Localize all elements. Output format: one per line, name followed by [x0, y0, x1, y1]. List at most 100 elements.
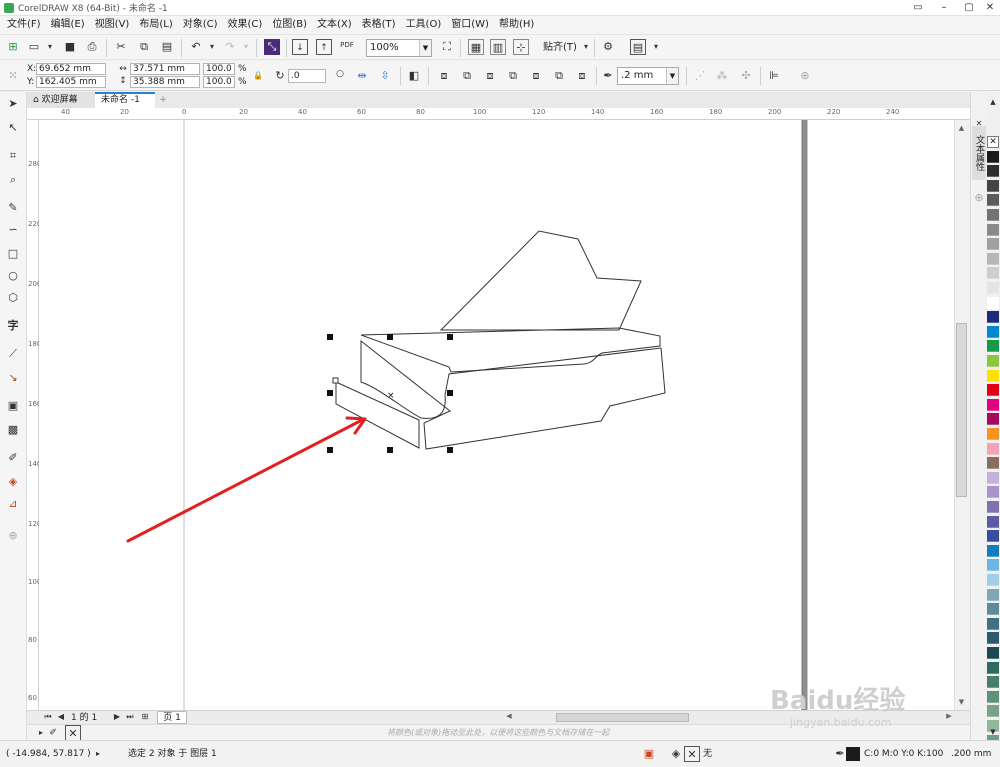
- menu-table[interactable]: 表格(T): [357, 16, 401, 34]
- pick-tool-icon[interactable]: ➤: [5, 96, 21, 112]
- tab-welcome-screen[interactable]: ⌂ 欢迎屏幕: [27, 92, 95, 108]
- publish-pdf-icon[interactable]: PDF: [339, 37, 355, 53]
- menu-window[interactable]: 窗口(W): [446, 16, 494, 34]
- export-icon[interactable]: ↑: [316, 39, 332, 55]
- ellipse-tool-icon[interactable]: ○: [5, 268, 21, 284]
- vertical-scrollbar[interactable]: ▲ ▼: [954, 120, 968, 710]
- mirror-vertical-icon[interactable]: ⇳: [377, 68, 393, 84]
- interactive-fill-icon[interactable]: ◈: [5, 474, 21, 490]
- color-swatch[interactable]: [987, 442, 999, 455]
- width-field[interactable]: 37.571 mm: [130, 63, 200, 75]
- new-document-icon[interactable]: ⊞: [5, 39, 21, 55]
- horizontal-scroll-thumb[interactable]: [556, 713, 689, 722]
- print-icon[interactable]: ⎙: [84, 39, 100, 55]
- color-swatch[interactable]: ✕: [987, 136, 999, 148]
- add-property-icon[interactable]: ⊕: [797, 68, 813, 84]
- color-swatch[interactable]: [987, 355, 999, 367]
- color-swatch[interactable]: [987, 223, 999, 236]
- scroll-down-icon[interactable]: ▼: [955, 694, 968, 710]
- rotation-icon[interactable]: ↻: [272, 68, 288, 84]
- intersect-icon[interactable]: ⧈: [482, 68, 498, 84]
- align-distribute-icon[interactable]: ⊫: [766, 68, 782, 84]
- color-swatch[interactable]: [987, 179, 999, 192]
- close-button[interactable]: ✕: [977, 0, 1000, 16]
- no-fill-swatch-icon[interactable]: ✕: [684, 746, 700, 762]
- color-swatch[interactable]: [987, 325, 999, 338]
- color-swatch[interactable]: [987, 559, 999, 572]
- search-content-icon[interactable]: ⤡: [264, 39, 280, 55]
- snap-dropdown-icon[interactable]: ▾: [578, 39, 594, 55]
- color-swatch[interactable]: [987, 676, 999, 689]
- smart-fill-icon[interactable]: ⊿: [5, 496, 21, 512]
- tab-document[interactable]: 未命名 -1: [95, 92, 155, 108]
- redo-icon[interactable]: ↷: [222, 39, 238, 55]
- show-rulers-icon[interactable]: ▦: [468, 39, 484, 55]
- copy-icon[interactable]: ⧉: [136, 39, 152, 55]
- rotation-angle-field[interactable]: .0: [288, 69, 326, 83]
- palette-scroll-up-icon[interactable]: ▲: [986, 94, 1000, 110]
- color-swatch[interactable]: [987, 384, 999, 397]
- color-swatch[interactable]: [987, 661, 999, 674]
- menu-object[interactable]: 对象(C): [178, 16, 223, 34]
- color-swatch[interactable]: [987, 238, 999, 251]
- shape-tool-icon[interactable]: ↖: [5, 120, 21, 136]
- color-swatch[interactable]: [987, 588, 999, 601]
- color-swatch[interactable]: [987, 530, 999, 543]
- zoom-dropdown-icon[interactable]: ▼: [419, 40, 431, 56]
- color-swatch[interactable]: [987, 603, 999, 616]
- height-field[interactable]: 35.388 mm: [130, 76, 200, 88]
- menu-edit[interactable]: 编辑(E): [46, 16, 90, 34]
- color-swatch[interactable]: [987, 398, 999, 411]
- color-swatch[interactable]: [987, 501, 999, 513]
- color-swatch[interactable]: [987, 457, 999, 470]
- restore-panel-icon[interactable]: ▭: [905, 0, 931, 16]
- undo-icon[interactable]: ↶: [188, 39, 204, 55]
- palette-scroll-down-icon[interactable]: ▼: [986, 724, 1000, 740]
- crop-tool-icon[interactable]: ⌗: [5, 148, 21, 164]
- drop-shadow-icon[interactable]: ▣: [5, 398, 21, 414]
- polygon-tool-icon[interactable]: ⬡: [5, 290, 21, 306]
- outline-width-combo[interactable]: .2 mm ▼: [617, 67, 679, 85]
- full-screen-icon[interactable]: ⛶: [439, 39, 455, 55]
- break-apart-icon[interactable]: ⁂: [714, 68, 730, 84]
- create-boundary-icon[interactable]: ⧈: [574, 68, 590, 84]
- color-swatch[interactable]: [987, 296, 999, 309]
- color-swatch[interactable]: [987, 428, 999, 440]
- outline-pen-icon[interactable]: ✒: [600, 68, 616, 84]
- menu-layout[interactable]: 布局(L): [134, 16, 177, 34]
- lock-ratio-icon[interactable]: 🔒: [250, 68, 266, 84]
- options-gear-icon[interactable]: ⚙: [600, 39, 616, 55]
- open-dropdown-icon[interactable]: ▾: [42, 39, 58, 55]
- add-page-icon[interactable]: ⊞: [137, 709, 153, 725]
- drawing-canvas[interactable]: ×: [39, 120, 954, 710]
- color-swatch[interactable]: [987, 632, 999, 645]
- rectangle-tool-icon[interactable]: □: [5, 246, 21, 262]
- last-page-icon[interactable]: ⏭: [122, 709, 138, 725]
- add-docker-icon[interactable]: ⊕: [971, 190, 987, 206]
- undo-dropdown-icon[interactable]: ▾: [204, 39, 220, 55]
- piano-top-shape[interactable]: [360, 327, 661, 373]
- document-color-settings-icon[interactable]: ▣: [641, 746, 657, 762]
- no-color-swatch-icon[interactable]: ✕: [65, 725, 81, 741]
- save-icon[interactable]: ■: [62, 39, 78, 55]
- color-swatch[interactable]: [987, 705, 999, 718]
- scroll-right-icon[interactable]: ▶: [943, 712, 955, 723]
- color-swatch[interactable]: [987, 252, 999, 265]
- add-tab-button[interactable]: +: [155, 92, 171, 108]
- launcher-dropdown-icon[interactable]: ▾: [648, 39, 664, 55]
- piano-front-panel-shape[interactable]: [335, 381, 420, 449]
- transparency-tool-icon[interactable]: ▩: [5, 422, 21, 438]
- artistic-media-icon[interactable]: ∽: [5, 222, 21, 238]
- back-minus-front-icon[interactable]: ⧉: [551, 68, 567, 84]
- show-guidelines-icon[interactable]: ⊹: [513, 39, 529, 55]
- selection-center-marker[interactable]: ×: [387, 391, 395, 401]
- menu-text[interactable]: 文本(X): [312, 16, 357, 34]
- freehand-tool-icon[interactable]: ✎: [5, 200, 21, 216]
- page-tab[interactable]: 页 1: [157, 711, 187, 724]
- y-position-field[interactable]: 162.405 mm: [36, 76, 106, 88]
- color-swatch[interactable]: [987, 209, 999, 221]
- zoom-level-combo[interactable]: 100% ▼: [366, 39, 432, 57]
- redo-dropdown-icon[interactable]: ▾: [238, 39, 254, 55]
- eyedropper-icon[interactable]: ✐: [45, 725, 61, 741]
- vertical-ruler[interactable]: 280 220 200 180 160 140 120 100 80 60: [27, 120, 41, 710]
